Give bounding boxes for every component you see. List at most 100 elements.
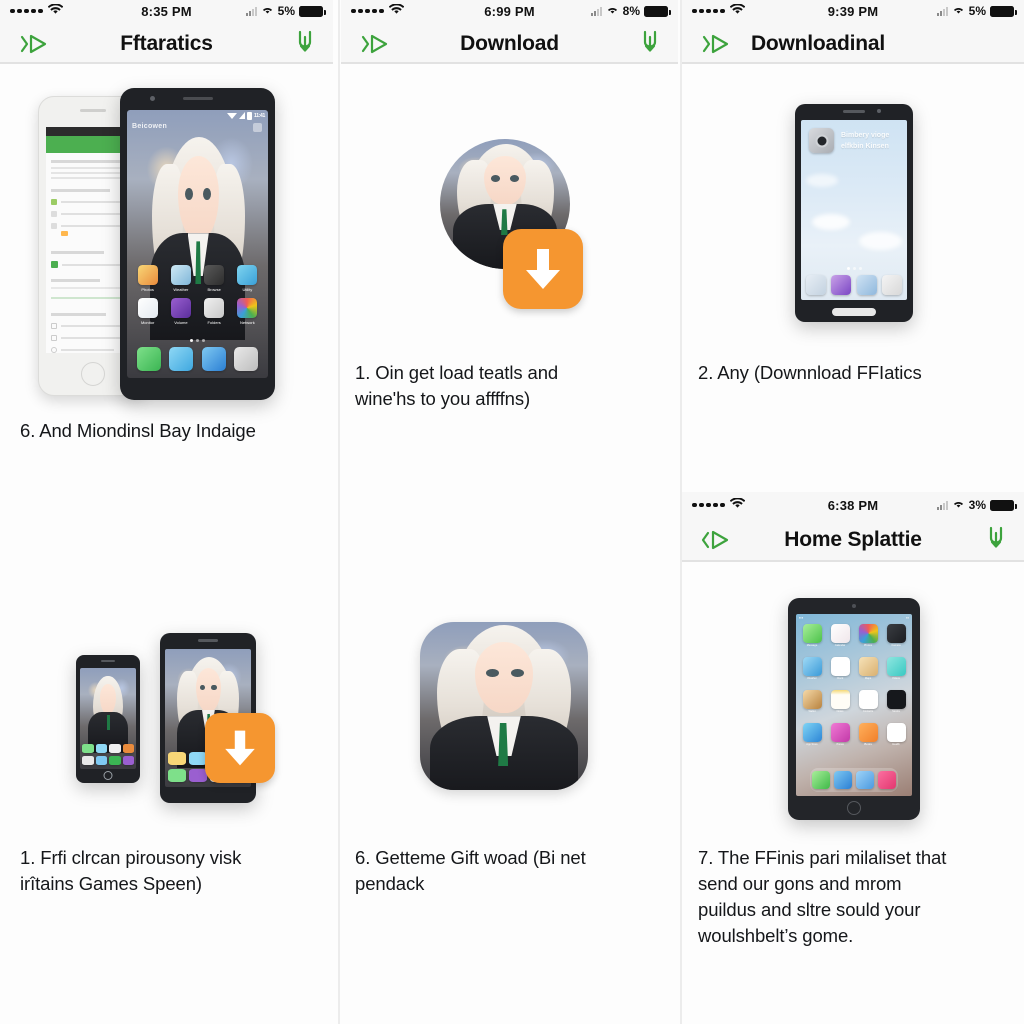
app-tile[interactable]: Weather xyxy=(801,657,823,680)
tablet-home-button[interactable] xyxy=(847,801,861,815)
app-tile[interactable]: iBooks xyxy=(857,723,879,746)
camera-app-icon[interactable] xyxy=(882,275,903,295)
tablet-app-grid: Message Calendar Photos Camera Weather C… xyxy=(801,624,907,746)
media-panel-6-app-icon[interactable] xyxy=(420,622,588,790)
app-icon[interactable] xyxy=(109,756,121,765)
calendar-app-icon[interactable] xyxy=(830,624,850,643)
phone-app-icon[interactable] xyxy=(812,771,830,789)
ibooks-app-icon[interactable] xyxy=(858,723,878,742)
maps-app-icon[interactable] xyxy=(858,657,878,676)
android-search-widget-label[interactable]: Beicowen xyxy=(132,123,167,130)
phone-app-icon[interactable] xyxy=(137,347,162,371)
health-app-icon[interactable] xyxy=(886,723,906,742)
app-tile[interactable]: Message xyxy=(801,624,823,647)
camera-app-icon[interactable] xyxy=(233,347,258,371)
download-tray-icon[interactable] xyxy=(293,29,317,60)
app-icon[interactable] xyxy=(82,744,94,753)
messages-app-icon[interactable] xyxy=(169,347,194,371)
files-app-icon[interactable] xyxy=(204,298,225,319)
app-tile[interactable]: iTunes xyxy=(829,723,851,746)
weather-app-icon[interactable] xyxy=(802,657,822,676)
phone-app-icon[interactable] xyxy=(805,275,826,295)
app-tile[interactable]: Folders xyxy=(200,298,229,325)
camera-app-icon[interactable] xyxy=(809,128,834,153)
itunes-app-icon[interactable] xyxy=(830,723,850,742)
browser-app-icon[interactable] xyxy=(201,347,226,371)
photos-app-icon[interactable] xyxy=(831,275,852,295)
camera-app-icon[interactable] xyxy=(886,624,906,643)
dark-phone-home-button[interactable] xyxy=(832,308,876,316)
contacts-app-icon[interactable] xyxy=(858,690,878,709)
media-panel-5-small-phone xyxy=(76,655,140,783)
clock-app-icon[interactable] xyxy=(830,657,850,676)
back-chevron-play-icon[interactable] xyxy=(698,528,732,552)
app-tile[interactable]: App Store xyxy=(801,723,823,746)
app-tile[interactable]: Monitor xyxy=(133,298,162,325)
app-icon[interactable] xyxy=(122,744,134,753)
messages-app-icon[interactable] xyxy=(237,265,258,286)
back-chevron-play-icon[interactable] xyxy=(16,32,50,56)
app-tile[interactable]: Wallet xyxy=(801,690,823,713)
photos-app-icon[interactable] xyxy=(237,298,258,319)
app-tile[interactable]: Clock xyxy=(829,657,851,680)
app-tile[interactable]: Weather xyxy=(166,265,195,292)
notes-app-icon[interactable] xyxy=(802,690,822,709)
videos-app-icon[interactable] xyxy=(886,657,906,676)
health-app-icon[interactable] xyxy=(137,298,158,319)
app-icon[interactable] xyxy=(122,756,134,765)
app-icon[interactable] xyxy=(188,752,207,765)
app-tile[interactable]: Maps xyxy=(857,657,879,680)
settings-app-icon[interactable] xyxy=(204,265,225,286)
messages-app-icon[interactable] xyxy=(802,624,822,643)
app-tile[interactable]: Health xyxy=(885,723,907,746)
app-tile[interactable]: Browse xyxy=(200,265,229,292)
white-phone-home-button[interactable] xyxy=(81,362,105,386)
app-icon[interactable] xyxy=(109,744,121,753)
notes-app-icon[interactable] xyxy=(830,690,850,709)
dark-phone-dock xyxy=(803,273,905,297)
download-tray-icon[interactable] xyxy=(638,29,662,60)
back-chevron-play-icon[interactable] xyxy=(698,32,732,56)
cellular-signal-icon xyxy=(936,6,948,16)
app-icon[interactable] xyxy=(168,752,186,765)
app-tile[interactable]: Network xyxy=(233,298,262,325)
app-tile[interactable]: Volume xyxy=(166,298,195,325)
app-icon[interactable] xyxy=(95,756,107,765)
app-tile[interactable]: Photos xyxy=(857,624,879,647)
gallery-app-icon[interactable] xyxy=(137,265,158,286)
panel-2-screen-bar: 6:99 PM 8% Download xyxy=(341,0,678,64)
app-tile[interactable]: Camera xyxy=(885,624,907,647)
download-badge-panel-5[interactable] xyxy=(205,713,275,783)
large-phone-earpiece xyxy=(198,639,218,642)
android-widget-icon[interactable] xyxy=(253,123,262,132)
panel-2-statusbar: 6:99 PM 8% xyxy=(341,0,678,22)
app-icon[interactable] xyxy=(188,769,207,782)
app-tile[interactable]: Stocks xyxy=(885,690,907,713)
mail-app-icon[interactable] xyxy=(856,771,874,789)
photos-app-icon[interactable] xyxy=(858,624,878,643)
download-badge-panel-2[interactable] xyxy=(503,229,583,309)
text-line xyxy=(51,279,100,282)
music-app-icon[interactable] xyxy=(878,771,896,789)
app-tile[interactable]: Utility xyxy=(233,265,262,292)
safari-app-icon[interactable] xyxy=(834,771,852,789)
app-icon[interactable] xyxy=(95,744,107,753)
app-icon[interactable] xyxy=(82,756,94,765)
app-icon[interactable] xyxy=(168,769,186,782)
download-tray-icon[interactable] xyxy=(984,525,1008,556)
app-tile[interactable]: Photos xyxy=(133,265,162,292)
weather-app-icon[interactable] xyxy=(170,265,191,286)
list-bullet-icon xyxy=(51,199,57,205)
small-phone-home-button[interactable] xyxy=(103,771,113,780)
app-tile[interactable]: Videos xyxy=(885,657,907,680)
app-tile[interactable]: Calendar xyxy=(829,624,851,647)
music-app-icon[interactable] xyxy=(170,298,191,319)
messages-app-icon[interactable] xyxy=(856,275,877,295)
back-chevron-play-icon[interactable] xyxy=(357,32,391,56)
stocks-app-icon[interactable] xyxy=(886,690,906,709)
appstore-app-icon[interactable] xyxy=(802,723,822,742)
app-tile[interactable]: Contacts xyxy=(857,690,879,713)
app-tile[interactable]: Notes xyxy=(829,690,851,713)
cloud-shape xyxy=(806,174,839,187)
battery-percent-label: 8% xyxy=(622,4,640,18)
